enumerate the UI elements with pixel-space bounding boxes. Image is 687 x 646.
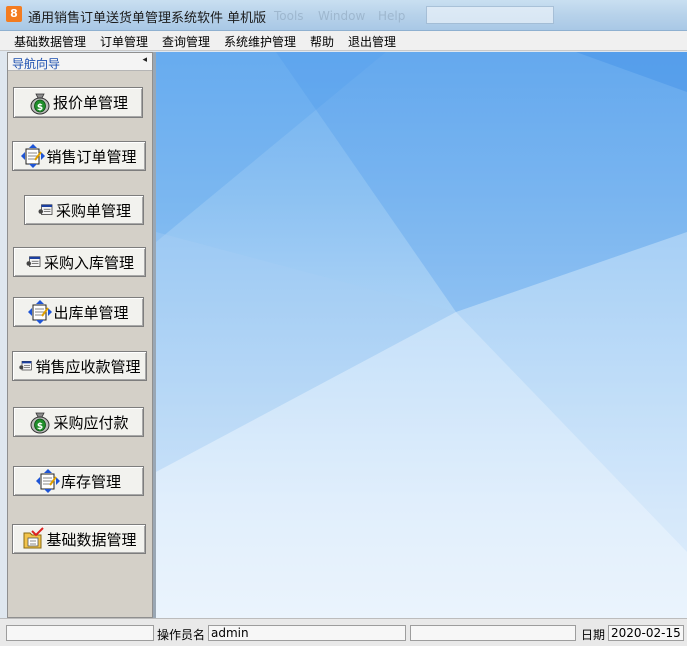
menu-basic-data[interactable]: 基础数据管理 (14, 33, 86, 50)
nav-button-payables[interactable]: $ 采购应付款 (13, 407, 144, 437)
nav-button-label: 库存管理 (60, 472, 121, 491)
money-bag-icon: $ (30, 93, 50, 114)
nav-panel: 导航向导 ◂ $ 报价单管理 销售订单管理 采购单管理 采购入库管理 出库单管理… (7, 52, 153, 618)
nav-button-purchase-stock-in[interactable]: 采购入库管理 (13, 247, 146, 277)
menu-query[interactable]: 查询管理 (162, 33, 210, 50)
main-workspace (156, 52, 687, 618)
app-icon: 8 (6, 6, 22, 22)
nav-button-label: 销售订单管理 (46, 147, 137, 166)
folder-check-icon (23, 527, 45, 549)
nav-button-basic-data[interactable]: 基础数据管理 (12, 524, 146, 554)
operator-label: 操作员名 (157, 628, 206, 642)
nav-button-receivables[interactable]: 销售应收款管理 (12, 351, 147, 381)
nav-button-sales-order[interactable]: 销售订单管理 (12, 141, 146, 171)
form-icon (38, 204, 53, 215)
nav-title: 导航向导 (12, 57, 61, 71)
menu-help[interactable]: 帮助 (310, 33, 334, 50)
nav-header: 导航向导 ◂ (8, 53, 152, 71)
status-cell-spacer (410, 625, 576, 641)
ghost-search-box (426, 6, 554, 24)
status-cell-empty (6, 625, 154, 641)
nav-button-label: 采购单管理 (55, 201, 131, 220)
date-value: 2020-02-15 (611, 626, 681, 640)
nav-button-label: 出库单管理 (53, 303, 129, 322)
notebook-arrows-icon (21, 144, 46, 168)
date-label: 日期 (581, 628, 606, 642)
nav-button-quotation[interactable]: $ 报价单管理 (13, 87, 143, 118)
svg-text:$: $ (37, 422, 43, 432)
nav-button-label: 采购应付款 (53, 413, 129, 432)
form-icon (19, 361, 33, 371)
form-icon (26, 256, 41, 267)
operator-field: admin (208, 625, 406, 641)
nav-collapse-button[interactable]: ◂ (142, 55, 147, 65)
nav-button-label: 报价单管理 (52, 94, 128, 112)
menu-order[interactable]: 订单管理 (100, 33, 148, 50)
nav-button-stock-out[interactable]: 出库单管理 (13, 297, 144, 327)
title-bar[interactable]: 8 通用销售订单送货单管理系统软件 单机版 Tools Window Help (0, 0, 687, 31)
date-field: 2020-02-15 (608, 625, 684, 641)
ghost-menu-window: Window (318, 9, 366, 23)
operator-value: admin (211, 626, 249, 640)
menu-bar: 基础数据管理 订单管理 查询管理 系统维护管理 帮助 退出管理 (0, 31, 687, 51)
status-bar: 操作员名 admin 日期 2020-02-15 (0, 618, 687, 646)
nav-button-purchase-order[interactable]: 采购单管理 (24, 195, 144, 225)
money-bag-icon: $ (30, 412, 50, 434)
notebook-arrows-icon (28, 300, 53, 324)
nav-button-label: 采购入库管理 (43, 253, 134, 272)
workspace-background-decoration (156, 52, 687, 618)
nav-button-label: 销售应收款管理 (35, 357, 141, 376)
ghost-menu-tools: Tools (274, 9, 304, 23)
nav-button-inventory[interactable]: 库存管理 (13, 466, 144, 496)
menu-exit[interactable]: 退出管理 (348, 33, 396, 50)
ghost-menu-help: Help (378, 9, 406, 23)
nav-button-label: 基础数据管理 (46, 530, 137, 549)
svg-text:$: $ (37, 103, 43, 113)
window-title: 通用销售订单送货单管理系统软件 单机版 (28, 11, 267, 26)
menu-system-maintenance[interactable]: 系统维护管理 (224, 33, 296, 50)
notebook-arrows-icon (35, 469, 60, 493)
